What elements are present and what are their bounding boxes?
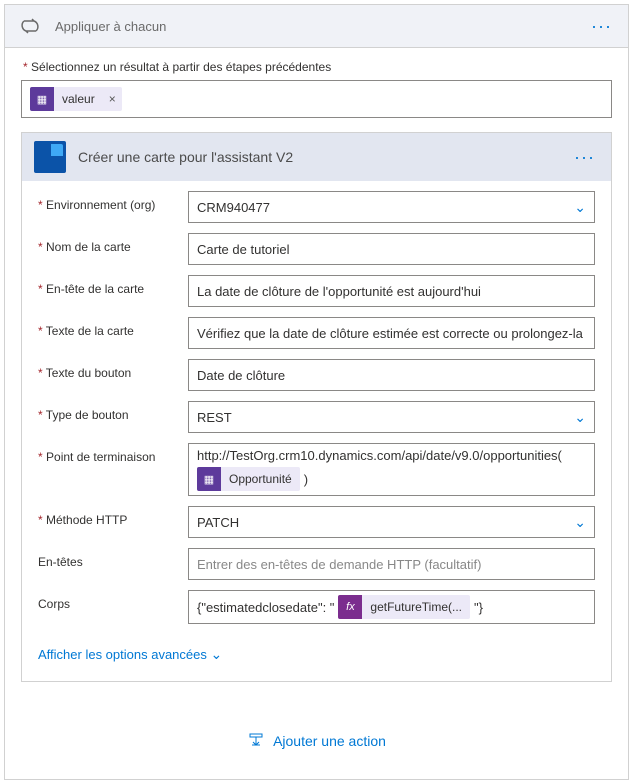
add-action-label: Ajouter une action xyxy=(273,733,386,749)
previous-step-label: Sélectionnez un résultat à partir des ét… xyxy=(5,48,628,80)
advanced-options: Afficher les options avancées ⌄ xyxy=(22,638,611,681)
button-text-input[interactable]: Date de clôture xyxy=(188,359,595,391)
value-token[interactable]: ▦ valeur × xyxy=(30,87,122,111)
headers-label: En-têtes xyxy=(38,548,188,569)
card-header-value: La date de clôture de l'opportunité est … xyxy=(197,284,481,299)
row-button-text: Texte du bouton Date de clôture xyxy=(38,359,595,391)
row-body: Corps {"estimatedclosedate": " fx getFut… xyxy=(38,590,595,624)
outer-menu-button[interactable]: ··· xyxy=(587,16,616,37)
row-headers: En-têtes Entrer des en-têtes de demande … xyxy=(38,548,595,580)
previous-step-input[interactable]: ▦ valeur × xyxy=(21,80,612,118)
button-text-label: Texte du bouton xyxy=(38,359,188,380)
endpoint-text-1: http://TestOrg.crm10.dynamics.com/api/da… xyxy=(197,448,562,463)
form: Environnement (org) CRM940477 ⌄ Nom de l… xyxy=(22,181,611,638)
chevron-down-icon: ⌄ xyxy=(211,646,223,662)
endpoint-input[interactable]: http://TestOrg.crm10.dynamics.com/api/da… xyxy=(188,443,595,496)
dataverse-icon: ▦ xyxy=(197,467,221,491)
row-http-method: Méthode HTTP PATCH ⌄ xyxy=(38,506,595,538)
body-suffix: "} xyxy=(474,600,483,615)
row-button-type: Type de bouton REST ⌄ xyxy=(38,401,595,433)
token-label: valeur xyxy=(54,92,103,106)
inner-header: Créer une carte pour l'assistant V2 ··· xyxy=(22,133,611,181)
row-card-text: Texte de la carte Vérifiez que la date d… xyxy=(38,317,595,349)
env-value: CRM940477 xyxy=(197,200,270,215)
dataverse-icon: ▦ xyxy=(30,87,54,111)
chevron-down-icon: ⌄ xyxy=(574,514,586,531)
endpoint-text-2: ) xyxy=(304,472,308,487)
expression-token-label: getFutureTime(... xyxy=(362,600,470,614)
expression-token[interactable]: fx getFutureTime(... xyxy=(338,595,470,619)
button-type-label: Type de bouton xyxy=(38,401,188,422)
create-card-action: Créer une carte pour l'assistant V2 ··· … xyxy=(21,132,612,682)
chevron-down-icon: ⌄ xyxy=(574,199,586,216)
chevron-down-icon: ⌄ xyxy=(574,409,586,426)
card-name-label: Nom de la carte xyxy=(38,233,188,254)
add-action-icon xyxy=(247,732,265,750)
opportunity-token[interactable]: ▦ Opportunité xyxy=(197,467,300,491)
advanced-label: Afficher les options avancées xyxy=(38,647,207,662)
row-env: Environnement (org) CRM940477 ⌄ xyxy=(38,191,595,223)
card-name-value: Carte de tutoriel xyxy=(197,242,290,257)
button-type-select[interactable]: REST ⌄ xyxy=(188,401,595,433)
card-text-label: Texte de la carte xyxy=(38,317,188,338)
add-action-area: Ajouter une action xyxy=(5,696,628,779)
row-endpoint: Point de terminaison http://TestOrg.crm1… xyxy=(38,443,595,496)
outer-header: Appliquer à chacun ··· xyxy=(5,5,628,48)
card-text-input[interactable]: Vérifiez que la date de clôture estimée … xyxy=(188,317,595,349)
headers-placeholder: Entrer des en-têtes de demande HTTP (fac… xyxy=(197,557,481,572)
body-prefix: {"estimatedclosedate": " xyxy=(197,600,334,615)
button-type-value: REST xyxy=(197,410,232,425)
env-select[interactable]: CRM940477 ⌄ xyxy=(188,191,595,223)
card-text-value: Vérifiez que la date de clôture estimée … xyxy=(197,326,583,341)
inner-title: Créer une carte pour l'assistant V2 xyxy=(78,149,570,165)
http-method-label: Méthode HTTP xyxy=(38,506,188,527)
add-action-button[interactable]: Ajouter une action xyxy=(247,732,386,750)
card-header-label: En-tête de la carte xyxy=(38,275,188,296)
card-name-input[interactable]: Carte de tutoriel xyxy=(188,233,595,265)
row-card-header: En-tête de la carte La date de clôture d… xyxy=(38,275,595,307)
inner-menu-button[interactable]: ··· xyxy=(570,147,599,168)
headers-input[interactable]: Entrer des en-têtes de demande HTTP (fac… xyxy=(188,548,595,580)
loop-icon xyxy=(17,13,43,39)
card-header-input[interactable]: La date de clôture de l'opportunité est … xyxy=(188,275,595,307)
env-label: Environnement (org) xyxy=(38,191,188,212)
endpoint-label: Point de terminaison xyxy=(38,443,188,464)
fx-icon: fx xyxy=(338,595,362,619)
body-input[interactable]: {"estimatedclosedate": " fx getFutureTim… xyxy=(188,590,595,624)
apply-to-each-card: Appliquer à chacun ··· Sélectionnez un r… xyxy=(4,4,629,780)
token-remove-icon[interactable]: × xyxy=(103,92,122,106)
opportunity-token-label: Opportunité xyxy=(221,472,300,486)
show-advanced-link[interactable]: Afficher les options avancées ⌄ xyxy=(38,647,222,662)
http-method-value: PATCH xyxy=(197,515,239,530)
button-text-value: Date de clôture xyxy=(197,368,285,383)
assistant-icon xyxy=(34,141,66,173)
outer-title: Appliquer à chacun xyxy=(55,19,587,34)
row-card-name: Nom de la carte Carte de tutoriel xyxy=(38,233,595,265)
body-label: Corps xyxy=(38,590,188,611)
http-method-select[interactable]: PATCH ⌄ xyxy=(188,506,595,538)
